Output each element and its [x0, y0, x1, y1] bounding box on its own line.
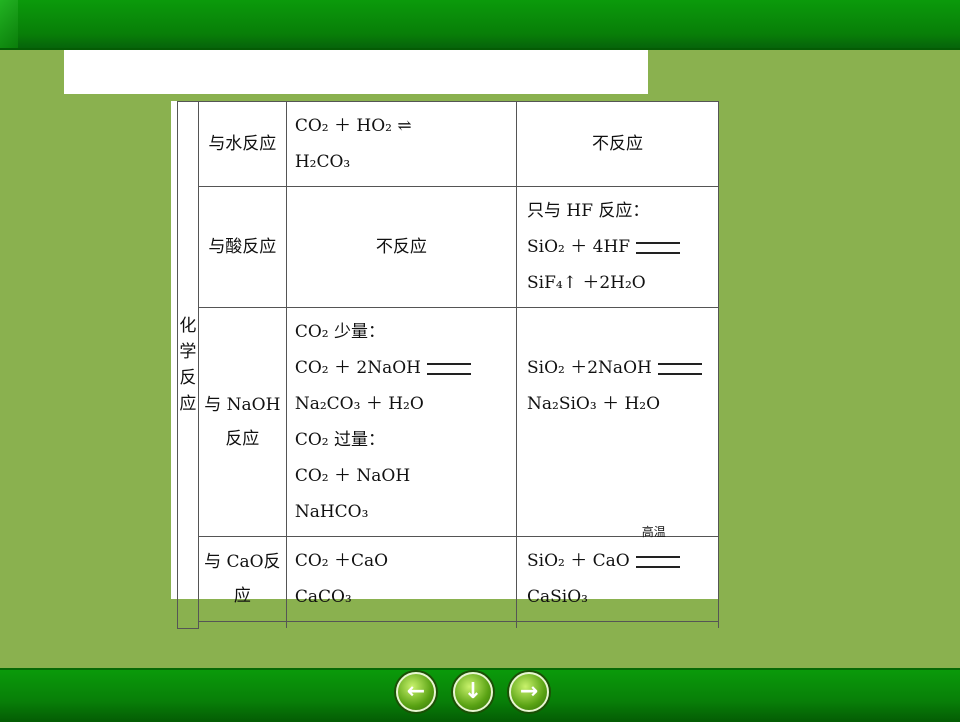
row-head: 与酸反应	[197, 186, 287, 308]
co2-line: CO₂ ＋ NaOH	[294, 466, 411, 486]
sio2-cell: SiO₂ ＋2NaOH Na₂SiO₃ ＋ H₂O	[516, 307, 719, 537]
comparison-table: 化学反应 与水反应 CO₂ ＋ HO₂ ⇌ H₂CO₃ 不反应 与酸反应 不反应…	[177, 101, 719, 629]
sio2-line: SiO₂ ＋ CaO 高温	[527, 525, 708, 579]
co2-cell: CO₂ 少量： CO₂ ＋ 2NaOH Na₂CO₃ ＋ H₂O CO₂ 过量：…	[285, 307, 518, 537]
sio2-line: SiO₂ ＋ 4HF	[527, 229, 708, 265]
category-cell: 化学反应	[177, 101, 199, 629]
co2-line: CO₂ ＋ HO₂ ⇌	[294, 116, 412, 136]
row-head: 与 NaOH反应	[197, 307, 287, 537]
equals-sign	[636, 241, 681, 254]
sio2-cell: SiO₂ ＋ CaO 高温 CaSiO₃	[516, 525, 719, 622]
table-cutoff	[285, 621, 518, 628]
table-cutoff	[197, 621, 287, 628]
back-arrow-icon[interactable]: ←	[396, 672, 436, 712]
table-cutoff	[516, 621, 719, 628]
table-row	[178, 621, 719, 628]
sio2-line: SiO₂ ＋2NaOH	[527, 350, 708, 386]
co2-line-text: CO₂ ＋ 2NaOH	[294, 358, 421, 378]
sio2-cell: 不反应	[516, 101, 719, 187]
table-row: 与 CaO反应 CO₂ ＋CaO CaCO₃ SiO₂ ＋ CaO 高温 CaSi…	[178, 525, 719, 622]
co2-line: H₂CO₃	[294, 152, 351, 172]
row-head: 与水反应	[197, 101, 287, 187]
co2-line: 不反应	[375, 237, 427, 257]
forward-arrow-icon[interactable]: →	[509, 672, 549, 712]
equals-sign	[657, 362, 702, 375]
sio2-line: 不反应	[592, 134, 643, 154]
sio2-cell: 只与 HF 反应： SiO₂ ＋ 4HF SiF₄↑ ＋2H₂O	[516, 186, 719, 308]
sio2-line-text: SiO₂ ＋2NaOH	[527, 358, 652, 378]
co2-line: CO₂ ＋CaO	[294, 551, 389, 571]
top-bar-notch	[0, 0, 18, 48]
top-bar	[0, 0, 960, 50]
co2-line: CaCO₃	[294, 587, 352, 607]
sio2-line: SiF₄↑ ＋2H₂O	[527, 273, 646, 293]
equals-sign	[426, 362, 471, 375]
table-row: 与酸反应 不反应 只与 HF 反应： SiO₂ ＋ 4HF SiF₄↑ ＋2H₂…	[178, 186, 719, 308]
co2-cell: CO₂ ＋ HO₂ ⇌ H₂CO₃	[285, 101, 518, 187]
row-head-text: 与水反应	[208, 134, 277, 154]
co2-line: CO₂ 过量：	[294, 430, 385, 450]
table-row: 化学反应 与水反应 CO₂ ＋ HO₂ ⇌ H₂CO₃ 不反应	[177, 101, 719, 629]
equals-sign	[635, 555, 680, 568]
sio2-line: 只与 HF 反应：	[527, 201, 650, 221]
co2-cell: 不反应	[285, 186, 518, 308]
sio2-line: CaSiO₃	[527, 587, 588, 607]
sio2-line-text: SiO₂ ＋ 4HF	[527, 237, 631, 257]
condition-equals: 高温	[630, 525, 680, 579]
title-area	[64, 50, 648, 94]
co2-line: CO₂ 少量：	[294, 322, 385, 342]
table-row: 与 NaOH反应 CO₂ 少量： CO₂ ＋ 2NaOH Na₂CO₃ ＋ H₂…	[178, 307, 719, 537]
down-arrow-icon[interactable]: ↓	[453, 672, 493, 712]
co2-line: NaHCO₃	[294, 502, 369, 522]
row-head-text: 与酸反应	[208, 237, 277, 257]
sio2-line-text: SiO₂ ＋ CaO	[527, 551, 630, 571]
condition-label: 高温	[641, 525, 666, 539]
row-head: 与 CaO反应	[197, 536, 287, 622]
co2-cell: CO₂ ＋CaO CaCO₃	[285, 536, 518, 622]
co2-line: Na₂CO₃ ＋ H₂O	[294, 394, 424, 414]
row-head-text: 与 CaO反应	[204, 552, 281, 606]
sio2-line: Na₂SiO₃ ＋ H₂O	[527, 394, 661, 414]
row-head-text: 与 NaOH反应	[204, 395, 281, 449]
comparison-table-panel: 化学反应 与水反应 CO₂ ＋ HO₂ ⇌ H₂CO₃ 不反应 与酸反应 不反应…	[171, 101, 719, 629]
co2-line: CO₂ ＋ 2NaOH	[295, 350, 508, 386]
